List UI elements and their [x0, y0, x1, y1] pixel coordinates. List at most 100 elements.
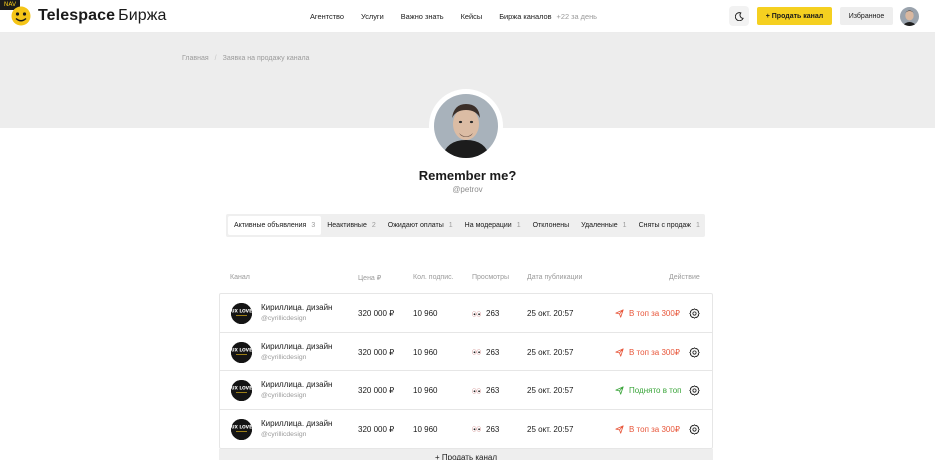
logo-sub: Биржа [118, 7, 167, 24]
channel-logo-top: UX LOVE [231, 424, 252, 430]
views-cell: 263 [472, 309, 499, 318]
eyes-icon [472, 426, 481, 432]
paper-plane-icon [615, 347, 624, 357]
tab-count: 1 [448, 222, 453, 229]
col-views: Просмотры [472, 274, 509, 281]
menu-item-agency[interactable]: Агентство [310, 12, 344, 21]
tab-count: 3 [311, 222, 316, 229]
sell-channel-button[interactable]: + Продать канал [757, 7, 832, 25]
promote-action[interactable]: Поднято в топ [615, 386, 682, 395]
favorites-button[interactable]: Избранное [840, 7, 893, 25]
channel-logo: UX LOVE [231, 341, 252, 363]
table-row[interactable]: UX LOVE Кириллица. дизайн @cyrillicdesig… [220, 294, 712, 333]
table-header: Канал Цена ₽ Кол. подпис. Просмотры Дата… [0, 274, 935, 284]
listing-tabs: Активные объявления 3 Неактивные 2 Ожидают… [226, 214, 705, 237]
subscribers-value: 10 960 [413, 347, 438, 357]
menu-item-cases[interactable]: Кейсы [461, 12, 483, 21]
gear-icon[interactable] [689, 423, 700, 435]
price-value: 320 000 ₽ [358, 386, 395, 395]
price-value: 320 000 ₽ [358, 309, 395, 318]
main-menu: Агентство Услуги Важно знать Кейсы Биржа… [310, 0, 614, 33]
tab-count: 2 [371, 222, 376, 229]
action-label: Поднято в топ [629, 386, 682, 395]
promote-action[interactable]: В топ за 300₽ [615, 425, 680, 434]
channel-logo: UX LOVE [231, 303, 252, 324]
tab-inactive[interactable]: Неактивные 2 [321, 216, 382, 235]
views-cell: 263 [472, 425, 499, 434]
table-row[interactable]: UX LOVE Кириллица. дизайн @cyrillicdesig… [220, 371, 712, 410]
publish-date: 25 окт. 20:57 [527, 386, 574, 395]
tab-awaiting-payment[interactable]: Ожидают оплаты 1 [382, 216, 459, 235]
channel-logo-top: UX LOVE [231, 386, 252, 392]
tab-count: 1 [622, 222, 627, 229]
paper-plane-icon [615, 386, 624, 395]
menu-item-services[interactable]: Услуги [361, 12, 384, 21]
tab-label: Удаленные [581, 222, 618, 229]
channel-logo: UX LOVE [231, 380, 252, 401]
action-label: В топ за 300₽ [629, 309, 680, 318]
user-avatar[interactable] [900, 7, 919, 26]
tab-label: На модерации [464, 222, 512, 229]
price-value: 320 000 ₽ [358, 424, 395, 434]
col-channel: Канал [230, 274, 250, 281]
channel-username: @cyrillicdesign [261, 430, 307, 438]
channel-username: @cyrillicdesign [261, 392, 307, 399]
breadcrumb-current: Заявка на продажу канала [222, 55, 310, 62]
table-row[interactable]: UX LOVE Кириллица. дизайн @cyrillicdesig… [220, 410, 712, 449]
menu-exchange-counter: +22 за день [556, 12, 598, 21]
theme-toggle-button[interactable] [729, 6, 749, 26]
views-value: 263 [486, 347, 500, 357]
logo-main: Telespace [38, 7, 116, 24]
tab-count: 1 [516, 222, 521, 229]
action-label: В топ за 300₽ [629, 347, 680, 357]
add-channel-button[interactable]: + Продать канал [219, 449, 713, 460]
tab-label: Ожидают оплаты [387, 222, 444, 229]
gear-icon[interactable] [689, 385, 700, 396]
breadcrumb-separator: / [214, 55, 217, 62]
eyes-icon [472, 349, 481, 355]
promote-action[interactable]: В топ за 300₽ [615, 309, 680, 318]
tab-label: Активные объявления [234, 222, 307, 229]
views-cell: 263 [472, 386, 499, 395]
breadcrumb-home[interactable]: Главная [182, 55, 209, 62]
channel-name[interactable]: Кириллица. дизайн [261, 380, 332, 389]
gear-icon[interactable] [689, 346, 700, 358]
subscribers-value: 10 960 [413, 386, 438, 395]
channel-name[interactable]: Кириллица. дизайн [261, 303, 332, 312]
eyes-icon [472, 387, 481, 394]
menu-item-exchange[interactable]: Биржа каналов +22 за день [499, 12, 597, 21]
action-label: В топ за 300₽ [629, 424, 680, 434]
smiley-logo-icon[interactable] [10, 6, 32, 26]
tab-active-listings[interactable]: Активные объявления 3 [228, 216, 322, 235]
table-row[interactable]: UX LOVE Кириллица. дизайн @cyrillicdesig… [220, 333, 712, 371]
tab-label: Неактивные [327, 222, 367, 229]
gear-icon[interactable] [689, 308, 700, 319]
price-value: 320 000 ₽ [358, 347, 395, 357]
tab-moderation[interactable]: На модерации 1 [459, 216, 527, 235]
col-date: Дата публикации [527, 274, 583, 281]
tab-withdrawn[interactable]: Сняты с продаж 1 [633, 216, 706, 235]
logo-text[interactable]: Telespace Биржа [38, 7, 167, 25]
publish-date: 25 окт. 20:57 [527, 347, 574, 357]
tab-label: Отклонены [532, 222, 570, 229]
channel-name[interactable]: Кириллица. дизайн [261, 419, 332, 428]
subscribers-value: 10 960 [413, 309, 438, 318]
channel-name[interactable]: Кириллица. дизайн [261, 342, 332, 351]
menu-item-important[interactable]: Важно знать [401, 12, 444, 21]
paper-plane-icon [615, 309, 624, 318]
promote-action[interactable]: В топ за 300₽ [615, 348, 680, 357]
tab-deleted[interactable]: Удаленные 1 [575, 216, 632, 235]
tab-count: 1 [695, 222, 700, 229]
channel-username: @cyrillicdesign [261, 315, 307, 322]
subscribers-value: 10 960 [413, 424, 438, 434]
channel-logo-top: UX LOVE [231, 347, 252, 353]
breadcrumb: Главная / Заявка на продажу канала [182, 55, 309, 62]
publish-date: 25 окт. 20:57 [527, 309, 574, 318]
listings-table: UX LOVE Кириллица. дизайн @cyrillicdesig… [219, 293, 713, 449]
profile-name: Remember me? [418, 168, 517, 183]
top-header: NAV Telespace Биржа Агентство Услуги Важн… [0, 0, 935, 33]
menu-item-exchange-label: Биржа каналов [499, 12, 552, 21]
profile-avatar [429, 89, 503, 163]
eyes-icon [472, 310, 481, 317]
tab-rejected[interactable]: Отклонены [527, 216, 576, 235]
